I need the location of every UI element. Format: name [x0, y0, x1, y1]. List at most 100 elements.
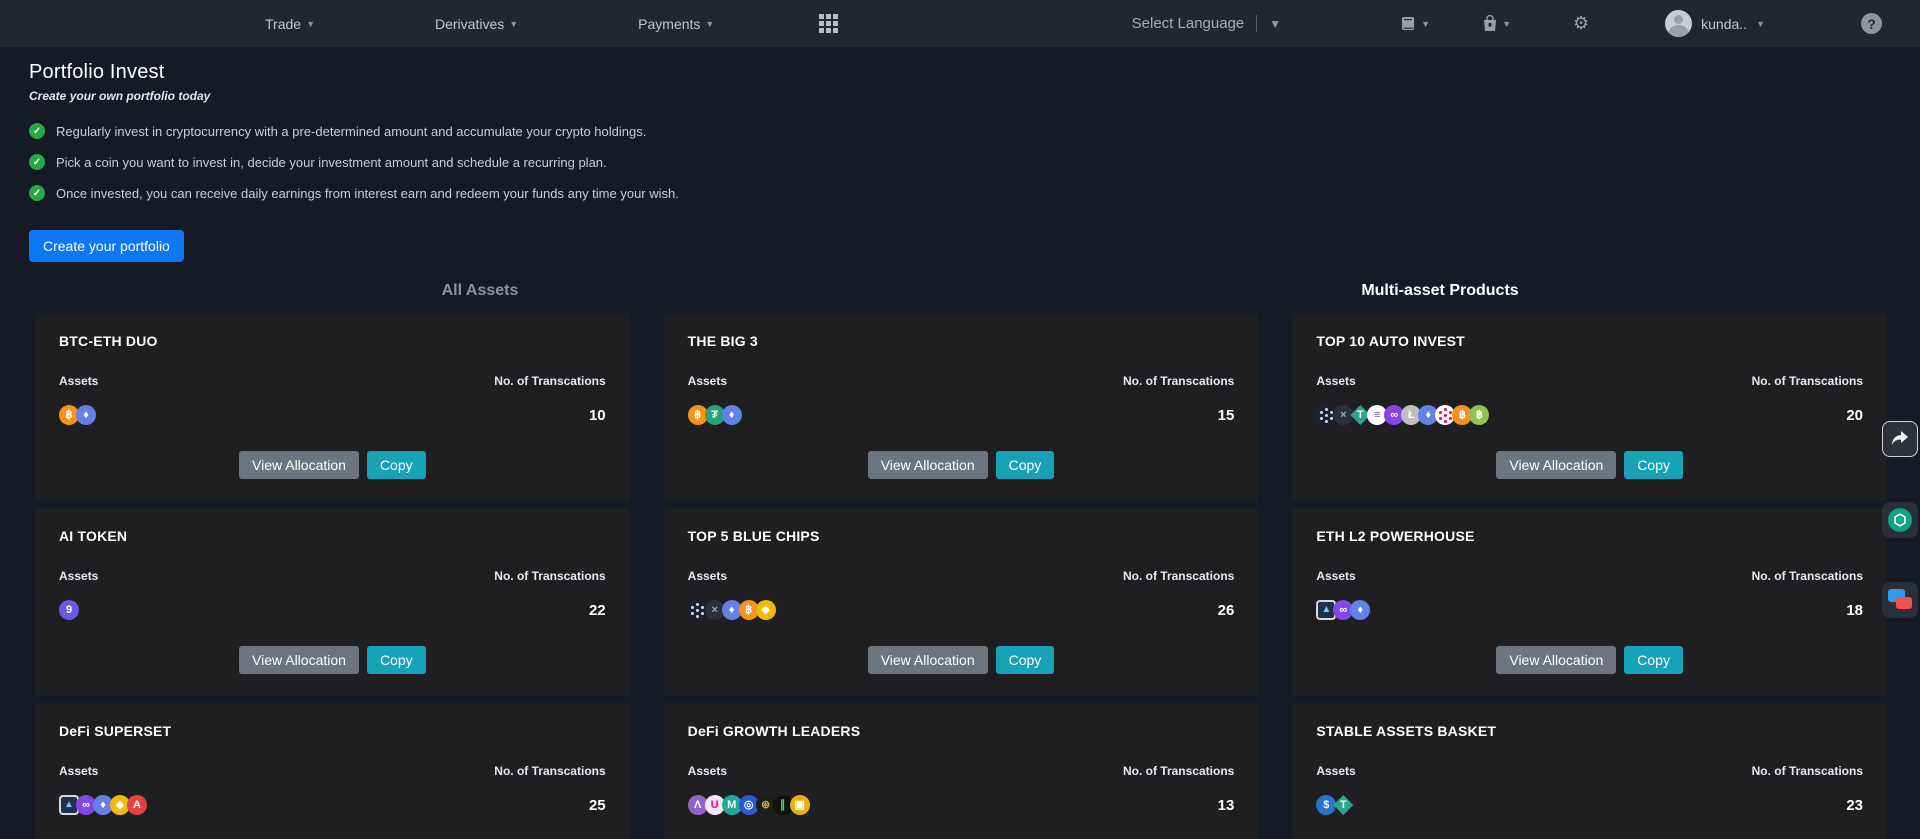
feature-bullet: ✓ Regularly invest in cryptocurrency wit… — [29, 123, 1920, 139]
card-values-row: ▲∞♦◆A 25 — [59, 795, 606, 815]
card-column-headers: Assets No. of Transcations — [1316, 764, 1863, 778]
copy-button[interactable]: Copy — [1624, 646, 1683, 674]
portfolio-card: THE BIG 3 Assets No. of Transcations ฿₮♦… — [664, 313, 1259, 501]
page-subtitle: Create your own portfolio today — [29, 89, 1920, 103]
copy-button[interactable]: Copy — [367, 451, 426, 479]
card-column-headers: Assets No. of Transcations — [59, 374, 606, 388]
assets-label: Assets — [1316, 374, 1355, 388]
user-menu[interactable]: kunda.. ▼ — [1665, 10, 1765, 37]
card-values-row: ×♦฿◆ 26 — [688, 600, 1235, 620]
coin-list: ▲∞♦ — [1316, 600, 1367, 620]
card-actions: View Allocation Copy — [1292, 451, 1887, 479]
secure-bag-menu[interactable]: ▼ — [1482, 14, 1511, 33]
assets-label: Assets — [688, 374, 727, 388]
divider — [1256, 15, 1257, 32]
card-title: ETH L2 POWERHOUSE — [1316, 528, 1863, 544]
settings-gear-icon[interactable]: ⚙ — [1573, 13, 1589, 34]
nav-item-payments[interactable]: Payments ▼ — [638, 16, 714, 32]
view-allocation-button[interactable]: View Allocation — [1496, 451, 1616, 479]
coin-list: $T — [1316, 795, 1350, 815]
chevron-down-icon: ▼ — [509, 19, 518, 29]
portfolio-card: DeFi GROWTH LEADERS Assets No. of Transc… — [664, 703, 1259, 839]
coin-yearn-icon: ▣ — [790, 795, 810, 815]
top-nav: Trade ▼ Derivatives ▼ Payments ▼ Select … — [0, 0, 1920, 47]
transactions-label: No. of Transcations — [494, 569, 605, 583]
bullet-text: Regularly invest in cryptocurrency with … — [56, 124, 646, 139]
coin-list: ฿₮♦ — [688, 405, 739, 425]
coin-list: 9 — [59, 600, 76, 620]
card-actions: View Allocation Copy — [35, 646, 630, 674]
share-extension-button[interactable] — [1882, 421, 1918, 457]
coin-list: ×T≡∞Ł♦฿฿ — [1316, 405, 1486, 425]
card-column-headers: Assets No. of Transcations — [688, 764, 1235, 778]
card-title: STABLE ASSETS BASKET — [1316, 723, 1863, 739]
card-column-headers: Assets No. of Transcations — [1316, 569, 1863, 583]
view-allocation-button[interactable]: View Allocation — [239, 451, 359, 479]
transactions-count: 10 — [589, 407, 606, 424]
copy-button[interactable]: Copy — [367, 646, 426, 674]
coin-ethereum-icon: ♦ — [76, 405, 96, 425]
card-title: DeFi GROWTH LEADERS — [688, 723, 1235, 739]
coin-ai-token-icon: 9 — [59, 600, 79, 620]
transactions-count: 13 — [1218, 797, 1235, 814]
card-actions: View Allocation Copy — [35, 451, 630, 479]
chat-extension-button[interactable] — [1882, 582, 1918, 618]
avatar — [1665, 10, 1692, 37]
assets-label: Assets — [59, 764, 98, 778]
feature-bullet: ✓ Once invested, you can receive daily e… — [29, 185, 1920, 201]
create-portfolio-button[interactable]: Create your portfolio — [29, 230, 184, 262]
copy-button[interactable]: Copy — [1624, 451, 1683, 479]
section-headers: All Assets Multi-asset Products — [0, 282, 1920, 300]
coin-list: ฿♦ — [59, 405, 93, 425]
coin-ethereum-icon: ♦ — [722, 405, 742, 425]
copy-button[interactable]: Copy — [996, 451, 1055, 479]
card-title: BTC-ETH DUO — [59, 333, 606, 349]
portfolio-card: AI TOKEN Assets No. of Transcations 9 22… — [35, 508, 630, 696]
section-title-all-assets: All Assets — [0, 282, 960, 300]
transactions-label: No. of Transcations — [494, 374, 605, 388]
assets-label: Assets — [59, 569, 98, 583]
card-title: DeFi SUPERSET — [59, 723, 606, 739]
view-allocation-button[interactable]: View Allocation — [868, 646, 988, 674]
nav-item-trade-label: Trade — [265, 16, 301, 32]
coin-list: ×♦฿◆ — [688, 600, 773, 620]
card-values-row: ▲∞♦ 18 — [1316, 600, 1863, 620]
portfolio-card: DeFi SUPERSET Assets No. of Transcations… — [35, 703, 630, 839]
bullet-text: Once invested, you can receive daily ear… — [56, 186, 679, 201]
card-values-row: ×T≡∞Ł♦฿฿ 20 — [1316, 405, 1863, 425]
bullet-text: Pick a coin you want to invest in, decid… — [56, 155, 607, 170]
coin-bitcoin-cash-icon: ฿ — [1469, 405, 1489, 425]
assistant-extension-button[interactable] — [1882, 502, 1918, 538]
view-allocation-button[interactable]: View Allocation — [868, 451, 988, 479]
bag-lock-icon — [1482, 14, 1498, 33]
apps-grid-icon[interactable] — [819, 14, 838, 33]
nav-item-trade[interactable]: Trade ▼ — [265, 16, 315, 32]
chat-bubbles-icon — [1888, 589, 1912, 611]
coin-ethereum-icon: ♦ — [1350, 600, 1370, 620]
coin-list: ▲∞♦◆A — [59, 795, 144, 815]
orders-menu[interactable]: ▼ — [1399, 15, 1430, 33]
portfolio-card: TOP 5 BLUE CHIPS Assets No. of Transcati… — [664, 508, 1259, 696]
card-values-row: ฿♦ 10 — [59, 405, 606, 425]
cards-grid: BTC-ETH DUO Assets No. of Transcations ฿… — [0, 300, 1920, 839]
card-title: TOP 5 BLUE CHIPS — [688, 528, 1235, 544]
nav-item-derivatives[interactable]: Derivatives ▼ — [435, 16, 518, 32]
transactions-label: No. of Transcations — [1123, 569, 1234, 583]
portfolio-card: TOP 10 AUTO INVEST Assets No. of Transca… — [1292, 313, 1887, 501]
check-icon: ✓ — [29, 185, 45, 201]
card-values-row: ฿₮♦ 15 — [688, 405, 1235, 425]
assets-label: Assets — [688, 569, 727, 583]
view-allocation-button[interactable]: View Allocation — [239, 646, 359, 674]
chevron-down-icon: ▼ — [1421, 19, 1430, 29]
card-column-headers: Assets No. of Transcations — [1316, 374, 1863, 388]
card-actions: View Allocation Copy — [664, 646, 1259, 674]
coin-list: ΛUM◎⊛∥▣ — [688, 795, 807, 815]
copy-button[interactable]: Copy — [996, 646, 1055, 674]
card-column-headers: Assets No. of Transcations — [688, 374, 1235, 388]
transactions-count: 15 — [1218, 407, 1235, 424]
share-arrow-icon — [1890, 430, 1910, 448]
assets-label: Assets — [688, 764, 727, 778]
language-selector[interactable]: Select Language ▼ — [1132, 15, 1282, 32]
view-allocation-button[interactable]: View Allocation — [1496, 646, 1616, 674]
help-icon[interactable]: ? — [1861, 13, 1882, 34]
